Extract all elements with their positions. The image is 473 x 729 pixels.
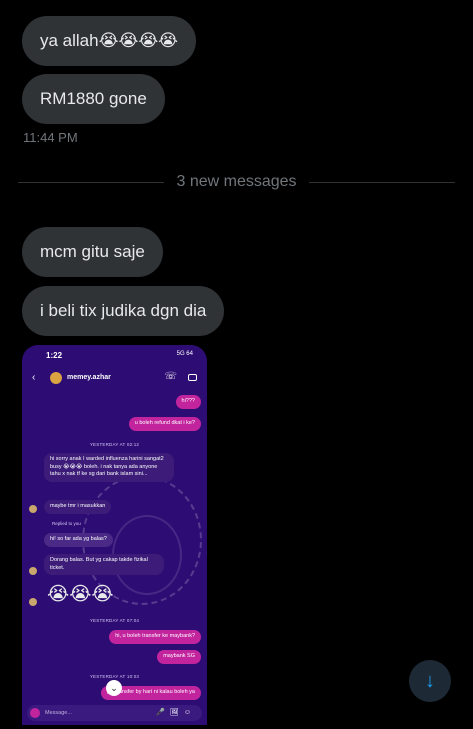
avatar (29, 567, 37, 575)
status-indicators: 5G 64 (176, 351, 193, 357)
chat-message: hi, u boleh transfer ke maybank? (109, 630, 201, 644)
chat-message: maybe tmr i masukkan (44, 500, 112, 514)
emoji-message: 😭😭😭 (47, 584, 114, 605)
chat-header: ‹ memey.azhar ☏ (22, 369, 207, 389)
chat-message: hi! so far ada yg balas? (44, 533, 113, 547)
chevron-down-icon: ⌄ (106, 680, 122, 696)
divider-line (308, 181, 455, 183)
chat-message: hi sorry anak I warded influenza harini … (44, 453, 174, 482)
image-attachment[interactable]: 1:22 5G 64 ‹ memey.azhar ☏ hi??? u boleh… (22, 345, 207, 725)
arrow-down-icon[interactable]: ↓ (409, 660, 451, 702)
phone-icon: ☏ (164, 371, 177, 382)
video-icon (188, 374, 197, 381)
chat-date: YESTERDAY AT 02:12 (89, 442, 140, 447)
avatar (29, 505, 37, 513)
message-bubble[interactable]: ya allah😭😭😭😭 (22, 16, 197, 66)
message-timestamp: 11:44 PM (23, 130, 78, 145)
camera-icon (30, 708, 40, 718)
status-time: 1:22 (46, 351, 63, 360)
chevron-left-icon: ‹ (32, 372, 36, 383)
avatar (29, 598, 37, 606)
chat-message: hi??? (175, 395, 201, 409)
contact-name: memey.azhar (67, 374, 111, 381)
chat-date: YESTERDAY AT 10:03 (89, 674, 140, 679)
composer-icons: 🎤🖼☺ (156, 709, 196, 716)
reply-label: Replied to you (52, 521, 81, 526)
chat-date: YESTERDAY AT 07:04 (89, 618, 140, 623)
message-bubble[interactable]: mcm gitu saje (22, 227, 163, 277)
chat-message: maybank SG (157, 650, 201, 664)
chat-message: u boleh refund dkat i ke? (128, 417, 201, 431)
chat-message: Dorang balas. But yg cakap takde fizikal… (44, 554, 164, 575)
message-bubble[interactable]: i beli tix judika dgn dia (22, 286, 225, 336)
new-messages-label: 3 new messages (176, 173, 297, 190)
avatar (50, 372, 62, 384)
composer-placeholder: Message... (45, 710, 72, 716)
divider-line (18, 181, 165, 183)
new-messages-divider: 3 new messages (18, 172, 455, 192)
message-bubble[interactable]: RM1880 gone (22, 74, 165, 124)
message-composer: Message... 🎤🖼☺ (27, 705, 202, 721)
phone-status-bar: 1:22 5G 64 (22, 345, 207, 365)
